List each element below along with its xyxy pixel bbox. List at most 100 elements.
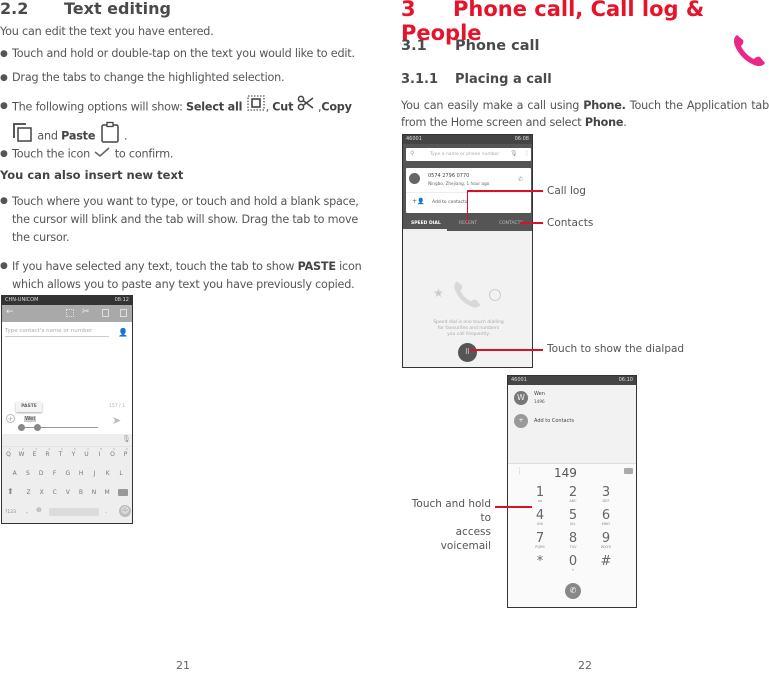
call-icon[interactable]: ✆ xyxy=(518,176,523,183)
period-key[interactable]: . xyxy=(105,508,107,515)
add-contact-icon[interactable]: 👤 xyxy=(118,328,128,337)
key-u[interactable]: U xyxy=(80,451,93,458)
back-arrow-icon[interactable]: ← xyxy=(6,307,14,317)
key-g[interactable]: G xyxy=(61,470,74,477)
dialpad-digit: 4 xyxy=(535,508,545,523)
key-d[interactable]: D xyxy=(35,470,48,477)
recent-detail: Ningbo, Zhejiang, 1 hour ago xyxy=(428,181,490,186)
dialpad-letters: DEF xyxy=(602,499,610,503)
dialpad-letters: ABC xyxy=(569,499,577,503)
microphone-icon[interactable]: 🎙 xyxy=(510,150,518,157)
key-a[interactable]: A xyxy=(8,470,21,477)
key-w[interactable]: W xyxy=(15,451,28,458)
key-q[interactable]: Q xyxy=(2,451,15,458)
attach-plus-icon[interactable]: + xyxy=(6,414,15,423)
bullet-text: Drag the tabs to change the highlighted … xyxy=(12,71,285,84)
text: to confirm. xyxy=(114,147,174,161)
key-e[interactable]: E xyxy=(28,451,41,458)
call-button[interactable]: ✆ xyxy=(565,583,581,599)
key-i[interactable]: I xyxy=(93,451,106,458)
globe-icon[interactable]: ⊕ xyxy=(36,506,42,514)
subsection-number: 3.1.1 xyxy=(401,72,439,87)
text: and xyxy=(37,129,58,143)
clock: 08:12 xyxy=(114,297,129,303)
microphone-icon[interactable]: 🎙 xyxy=(122,435,131,443)
backspace-icon[interactable] xyxy=(624,468,633,474)
subsection-title: Placing a call xyxy=(455,72,552,87)
more-options-icon[interactable]: ⋮ xyxy=(516,467,523,475)
bullet-text: If you have selected any text, touch the… xyxy=(0,258,372,294)
key-f[interactable]: F xyxy=(48,470,61,477)
dialpad-letters: JKL xyxy=(570,522,576,526)
emoji-icon[interactable]: ☺ xyxy=(119,505,131,517)
dialpad-key[interactable]: 7 PQRS xyxy=(530,532,550,550)
key-number-hint: 1 xyxy=(9,447,11,451)
recent-number: 0574 2796 0770 xyxy=(428,173,470,179)
dialpad-key[interactable]: 8 TUV xyxy=(563,532,583,550)
section-number: 2.2 xyxy=(0,0,29,18)
dialpad-key[interactable]: 2 ABC xyxy=(563,486,583,504)
key-v[interactable]: V xyxy=(61,489,74,496)
dialpad-key[interactable]: 0 + xyxy=(563,555,583,573)
key-z[interactable]: Z xyxy=(22,489,35,496)
key-n[interactable]: N xyxy=(88,489,101,496)
search-input[interactable]: Type a name or phone number xyxy=(430,152,499,157)
send-icon[interactable]: ➤ xyxy=(112,414,121,427)
spacebar[interactable] xyxy=(49,508,99,516)
dialed-number[interactable]: 149 xyxy=(554,466,577,480)
key-t[interactable]: T xyxy=(54,451,67,458)
key-k[interactable]: K xyxy=(101,470,114,477)
tab-recent[interactable]: RECENT xyxy=(459,221,477,226)
key-h[interactable]: H xyxy=(75,470,88,477)
key-o[interactable]: O xyxy=(106,451,119,458)
dialpad-key[interactable]: 9 WXYZ xyxy=(596,532,616,550)
dialpad-key[interactable]: 6 MNO xyxy=(596,509,616,527)
carrier-label: 46001 xyxy=(511,377,527,383)
bullet-item-confirm: ● Touch the icon to confirm. xyxy=(0,146,372,163)
search-icon: ⚲ xyxy=(410,150,415,157)
key-j[interactable]: J xyxy=(88,470,101,477)
key-y[interactable]: Y xyxy=(67,451,80,458)
backspace-icon[interactable] xyxy=(118,489,128,496)
keyboard-row: ZXCVBNM xyxy=(22,487,114,501)
key-m[interactable]: M xyxy=(101,489,114,496)
key-x[interactable]: X xyxy=(35,489,48,496)
selection-handle-right[interactable] xyxy=(34,424,41,431)
paste-popup-button[interactable]: PASTE xyxy=(16,402,42,412)
contact-name[interactable]: Wen xyxy=(534,391,545,397)
typed-text[interactable]: Wei xyxy=(24,416,37,422)
key-l[interactable]: L xyxy=(114,470,127,477)
tab-speed-dial[interactable]: SPEED DIAL xyxy=(411,221,441,226)
key-number-hint: 4 xyxy=(48,447,50,451)
recipient-input[interactable]: Type contact's name or number xyxy=(5,328,109,337)
subsection-heading-placing-a-call: 3.1.1 Placing a call xyxy=(401,72,552,87)
copy-icon[interactable] xyxy=(102,309,109,317)
selection-handle-left[interactable] xyxy=(18,424,25,431)
shift-icon[interactable]: ⬆ xyxy=(7,487,14,496)
key-b[interactable]: B xyxy=(74,489,87,496)
dialpad-digit: 6 xyxy=(601,508,611,523)
add-to-contacts-link[interactable]: Add to Contacts xyxy=(534,418,574,424)
dialpad-key[interactable]: 4 GHI xyxy=(530,509,550,527)
key-r[interactable]: R xyxy=(41,451,54,458)
dialpad-button[interactable]: ⠿ xyxy=(458,343,477,362)
divider xyxy=(406,192,531,193)
symbols-key[interactable]: ?123 xyxy=(5,510,16,515)
more-options-icon[interactable]: ⋮ xyxy=(524,150,530,157)
clipboard-icon[interactable] xyxy=(120,309,127,317)
dialpad-key[interactable]: 5 JKL xyxy=(563,509,583,527)
dialpad-key[interactable]: 1 oo xyxy=(530,486,550,504)
dialpad-key[interactable]: 3 DEF xyxy=(596,486,616,504)
key-s[interactable]: S xyxy=(21,470,34,477)
scissors-icon[interactable]: ✂ xyxy=(82,307,90,317)
comma-key[interactable]: , xyxy=(26,508,28,515)
search-bar[interactable]: ⚲ Type a name or phone number 🎙 ⋮ xyxy=(406,148,531,161)
carrier-label: CHN-UNICOM xyxy=(5,297,39,303)
dialpad-key[interactable]: * xyxy=(530,555,550,568)
select-all-icon[interactable] xyxy=(66,309,74,317)
key-c[interactable]: C xyxy=(48,489,61,496)
key-p[interactable]: P xyxy=(119,451,132,458)
add-to-contacts-link[interactable]: Add to contacts xyxy=(432,200,467,205)
dialpad-key[interactable]: # xyxy=(596,555,616,568)
dialpad-digit: # xyxy=(600,554,612,569)
